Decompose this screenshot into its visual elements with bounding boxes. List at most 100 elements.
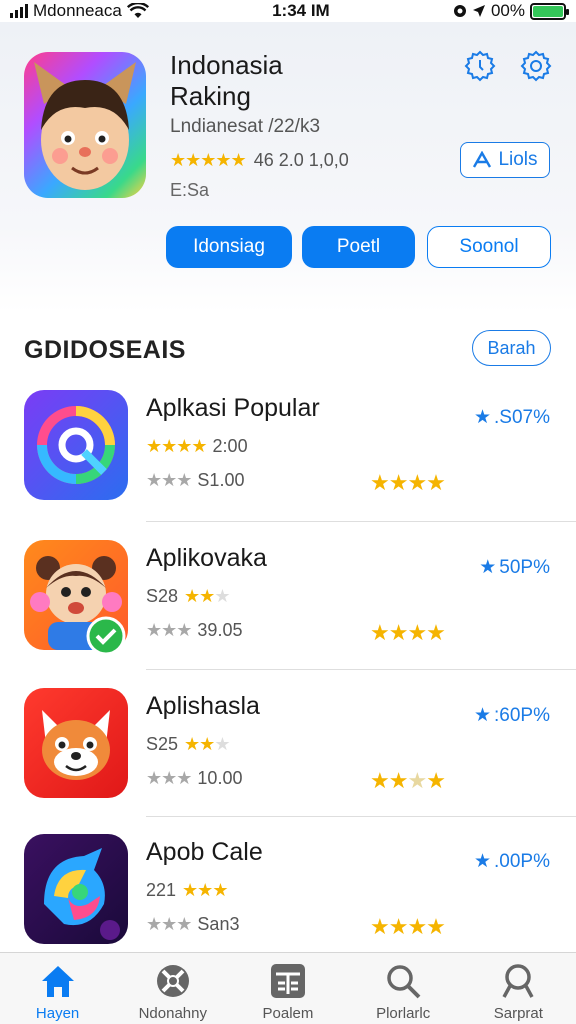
rating-text: 46 2.0 1,0,0 [253,150,349,170]
price-value: 10.00 [197,768,243,788]
status-bar: Mdonneaca 1:34 IM 00% [0,0,576,22]
tab-search[interactable]: Plorlarlc [348,961,458,1022]
list-item[interactable]: Aplikovaka S28 ★★★ ★★★ 39.05 ★★★★ ★ 50P% [0,540,576,680]
rating-count: S28 [146,586,179,606]
percentage-value: .00P% [494,850,550,872]
lists-label: Liols [498,149,538,170]
app-percentage[interactable]: ★ .00P% [474,850,550,873]
location-arrow-icon [472,5,485,17]
app-name: Aplikovaka [146,544,267,572]
battery-icon [529,2,569,20]
app-rating-line: ★★★★ 2:00 [146,436,248,457]
home-icon [41,966,74,997]
gray-stars: ★★★ [146,620,192,640]
star-rating: ★★★★ [370,620,446,645]
tab-label: Ndonahny [138,1005,207,1022]
chart-icon [473,151,492,168]
rating-stars: ★★★ [182,880,228,900]
app-icon [24,390,128,500]
list-item[interactable]: Aplishasla S25 ★★★ ★★★ 10.00 ★★★★ ★ :60P… [0,688,576,828]
status-time: 1:34 IM [272,1,330,20]
battery-fill [532,5,563,17]
rating-stars: ★★★ [184,586,230,606]
price-value: 39.05 [197,620,243,640]
percentage-value: .S07% [494,406,550,428]
app-title: Indonasia Raking [170,50,283,112]
star-icon: ★ [479,557,497,578]
fox-face-icon [42,710,110,780]
section-title: GDIDOSEAIS [24,336,186,364]
app-percentage[interactable]: ★ .S07% [474,406,550,429]
gray-stars: ★★★ [146,470,192,490]
app-rating-line: 221 ★★★ [146,880,228,901]
search-icon [502,964,534,998]
price-value: San3 [197,914,240,934]
tab-calculator[interactable]: Poalem [233,961,343,1022]
percentage-value: 50P% [499,556,550,578]
tab-tools[interactable]: Ndonahny [118,961,228,1022]
app-name: Aplishasla [146,692,260,720]
divider [146,816,576,817]
tab-bar: Hayen Ndonahny Poalem Plorlarlc Sarprat [0,952,576,1024]
calculator-icon [270,964,305,998]
app-percentage[interactable]: ★ 50P% [479,556,550,579]
clock-icon[interactable] [464,50,496,82]
swirl-logo-icon [37,406,115,484]
star-icon: ★ [473,705,492,726]
signal-icon [10,4,28,18]
app-rating-line: S25 ★★★ [146,734,230,755]
price-value: S1.00 [197,470,245,490]
app-price-line: ★★★ S1.00 [146,470,244,491]
rating-count: S25 [146,734,179,754]
tab-support[interactable]: Sarprat [463,961,573,1022]
app-rating-line: S28 ★★★ [146,586,230,607]
lists-button[interactable]: Liols [460,142,550,178]
action-button-3[interactable]: Soonol [427,226,551,268]
star-icon: ★ [473,407,492,428]
app-price-line: ★★★ 39.05 [146,620,242,641]
tools-icon [156,965,189,997]
rating-stars: ★★★ [184,734,230,754]
action-button-1[interactable]: Idonsiag [166,226,292,268]
tab-home[interactable]: Hayen [3,961,113,1022]
app-title-line1: Indonasia [170,50,283,80]
gear-icon[interactable] [520,50,552,82]
rating-value: 2:00 [212,436,248,456]
app-rating: ★★★★★ 46 2.0 1,0,0 [170,150,349,171]
search-icon [387,965,421,999]
alarm-icon [453,5,466,17]
tab-label: Hayen [35,1005,80,1022]
star-rating: ★★★★ [370,470,446,495]
status-right: 00% [453,1,569,21]
gray-stars: ★★★ [146,768,192,788]
app-size: E:Sa [170,180,210,200]
star-rating: ★★★★ [370,914,446,939]
app-name: Aplkasi Popular [146,394,320,422]
app-header: Indonasia Raking Lndianesat /22/k3 ★★★★★… [0,22,576,312]
section-button[interactable]: Barah [472,330,551,366]
cartoon-character-icon [34,62,136,190]
action-button-2[interactable]: Poetl [302,226,415,268]
status-left: Mdonneaca [10,1,149,21]
divider [146,669,576,670]
wifi-icon [126,3,149,18]
swirl-logo-icon [44,848,120,940]
verified-check-icon [86,616,126,656]
app-price-line: ★★★ San3 [146,914,239,935]
gray-stars: ★★★ [146,914,192,934]
app-price-line: ★★★ 10.00 [146,768,242,789]
app-icon [24,688,128,798]
star-icon: ★ [473,851,492,872]
app-meta: Lndianesat /22/k3 [170,116,321,137]
featured-app-icon[interactable] [24,52,146,198]
star-rating: ★★★★ [370,768,446,793]
rating-count: 221 [146,880,177,900]
app-name: Apob Cale [146,838,263,866]
rating-stars: ★★★★ [146,436,208,456]
tab-label: Sarprat [493,1005,543,1022]
carrier-name: Mdonneaca [33,1,122,20]
app-title-line2: Raking [170,81,251,111]
list-item[interactable]: Aplkasi Popular ★★★★ 2:00 ★★★ S1.00 ★★★★… [0,390,576,530]
app-percentage[interactable]: ★ :60P% [474,704,550,727]
tab-label: Poalem [262,1005,314,1022]
